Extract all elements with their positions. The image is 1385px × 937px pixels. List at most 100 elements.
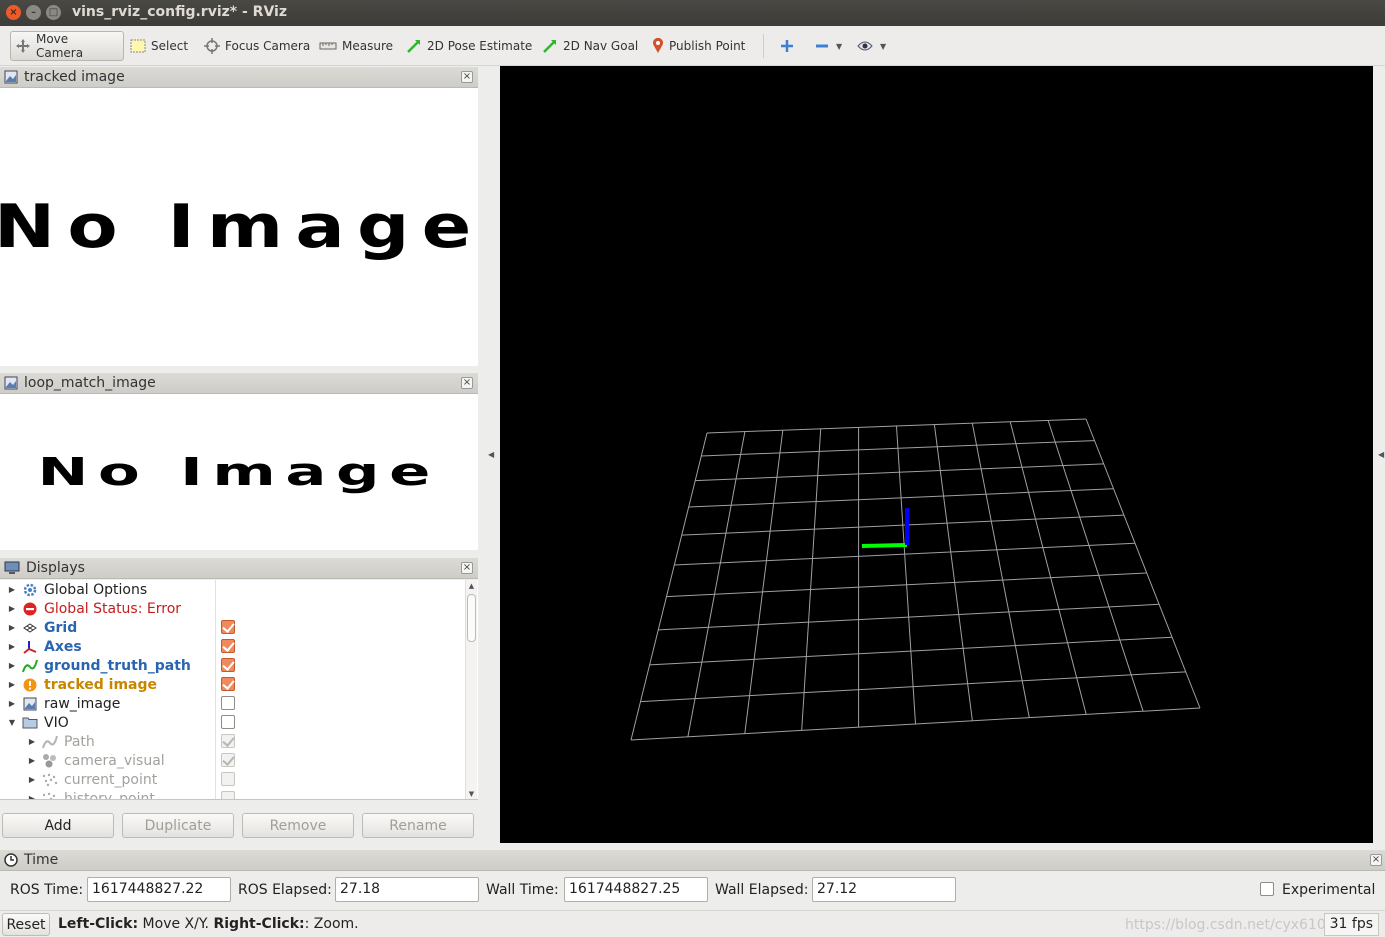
- display-label: Grid: [44, 619, 78, 636]
- tracked-image-checkbox[interactable]: [221, 677, 235, 691]
- expand-arrow-icon[interactable]: ▶: [27, 756, 37, 765]
- expand-arrow-icon[interactable]: ▶: [27, 737, 37, 746]
- chevron-down-icon: ▼: [880, 41, 887, 51]
- right-click-action: : Zoom.: [304, 916, 359, 932]
- title-bar: × – □ vins_rviz_config.rviz* - RViz: [0, 0, 1385, 26]
- display-item-vio[interactable]: ▼ VIO: [0, 713, 464, 732]
- status-bar: Reset Left-Click: Move X/Y. Right-Click:…: [0, 910, 1385, 937]
- display-item-current-point[interactable]: ▶ current_point: [0, 770, 464, 789]
- grid-icon: [21, 620, 39, 636]
- expand-arrow-icon[interactable]: ▶: [7, 585, 17, 594]
- duplicate-button[interactable]: Duplicate: [122, 813, 234, 838]
- wall-time-field[interactable]: 1617448827.25: [564, 877, 708, 902]
- wall-elapsed-field[interactable]: 27.12: [812, 877, 956, 902]
- view-tool-button[interactable]: ▼: [853, 31, 890, 61]
- experimental-label: Experimental: [1282, 882, 1376, 898]
- plus-icon: [781, 40, 793, 52]
- nav-goal-tool[interactable]: 2D Nav Goal: [538, 31, 642, 61]
- nav-goal-label: 2D Nav Goal: [563, 39, 639, 53]
- close-icon[interactable]: ×: [461, 377, 473, 389]
- collapse-right-icon[interactable]: ◀: [1378, 450, 1384, 459]
- display-label: Global Options: [44, 581, 148, 598]
- scroll-up-icon[interactable]: ▲: [466, 582, 477, 590]
- display-item-tracked-image[interactable]: ▶ tracked image: [0, 675, 464, 694]
- expand-arrow-icon[interactable]: ▶: [7, 642, 17, 651]
- measure-tool[interactable]: Measure: [315, 31, 397, 61]
- green-arrow-icon: [407, 40, 420, 53]
- display-item-ground-truth-path[interactable]: ▶ ground_truth_path: [0, 656, 464, 675]
- reset-button[interactable]: Reset: [2, 913, 50, 936]
- close-icon[interactable]: ×: [461, 71, 473, 83]
- image-icon: [4, 70, 18, 84]
- path-checkbox[interactable]: [221, 734, 235, 748]
- grid-checkbox[interactable]: [221, 620, 235, 634]
- history-point-checkbox[interactable]: [221, 791, 235, 799]
- add-tool-button[interactable]: [776, 31, 803, 61]
- move-camera-tool[interactable]: Move Camera: [10, 31, 124, 61]
- display-item-global-options[interactable]: ▶ Global Options: [0, 580, 464, 599]
- window-minimize-button[interactable]: –: [26, 5, 41, 20]
- move-camera-icon: [15, 39, 30, 53]
- camera-visual-checkbox[interactable]: [221, 753, 235, 767]
- expand-arrow-icon[interactable]: ▶: [7, 623, 17, 632]
- render-3d-view[interactable]: [500, 66, 1373, 843]
- focus-camera-icon: [204, 38, 220, 54]
- scroll-down-icon[interactable]: ▼: [466, 790, 477, 798]
- eye-icon: [857, 41, 873, 51]
- window-close-button[interactable]: ×: [6, 5, 21, 20]
- add-button[interactable]: Add: [2, 813, 114, 838]
- no-image-text: No Image: [37, 450, 441, 494]
- collapse-left-icon[interactable]: ◀: [488, 450, 494, 459]
- remove-tool-button[interactable]: ▼: [811, 31, 846, 61]
- displays-scrollbar[interactable]: ▲ ▼: [465, 580, 477, 799]
- display-label: history_point: [64, 790, 155, 800]
- display-item-grid[interactable]: ▶ Grid: [0, 618, 464, 637]
- display-item-axes[interactable]: ▶ Axes: [0, 637, 464, 656]
- expand-arrow-icon[interactable]: ▶: [27, 794, 37, 799]
- raw-image-checkbox[interactable]: [221, 696, 235, 710]
- panel-title: tracked image: [24, 69, 125, 85]
- mouse-hint: Left-Click: Move X/Y. Right-Click:: Zoom…: [58, 916, 359, 932]
- scrollbar-thumb[interactable]: [467, 594, 476, 642]
- display-label: Axes: [44, 638, 82, 655]
- display-item-path[interactable]: ▶ Path: [0, 732, 464, 751]
- expand-arrow-icon[interactable]: ▶: [7, 604, 17, 613]
- rename-button[interactable]: Rename: [362, 813, 474, 838]
- pose-estimate-tool[interactable]: 2D Pose Estimate: [402, 31, 536, 61]
- left-click-key: Left-Click:: [58, 916, 139, 932]
- axes-checkbox[interactable]: [221, 639, 235, 653]
- current-point-checkbox[interactable]: [221, 772, 235, 786]
- folder-icon: [21, 715, 39, 731]
- close-icon[interactable]: ×: [461, 562, 473, 574]
- experimental-checkbox[interactable]: [1260, 882, 1274, 896]
- vio-checkbox[interactable]: [221, 715, 235, 729]
- select-tool[interactable]: Select: [126, 31, 192, 61]
- green-arrow-icon: [543, 40, 556, 53]
- display-item-global-status[interactable]: ▶ Global Status: Error: [0, 599, 464, 618]
- expand-arrow-icon[interactable]: ▶: [7, 661, 17, 670]
- window-maximize-button[interactable]: □: [46, 5, 61, 20]
- axis-y-line: [861, 543, 908, 548]
- remove-button[interactable]: Remove: [242, 813, 354, 838]
- expand-arrow-icon[interactable]: ▶: [7, 680, 17, 689]
- display-label: camera_visual: [64, 752, 165, 769]
- focus-camera-label: Focus Camera: [225, 39, 311, 53]
- ros-elapsed-field[interactable]: 27.18: [335, 877, 479, 902]
- close-icon[interactable]: ×: [1370, 854, 1382, 866]
- ground-truth-path-checkbox[interactable]: [221, 658, 235, 672]
- ros-time-field[interactable]: 1617448827.22: [87, 877, 231, 902]
- collapse-arrow-icon[interactable]: ▼: [7, 718, 17, 727]
- publish-point-tool[interactable]: Publish Point: [648, 31, 749, 61]
- scene-canvas[interactable]: [500, 66, 1373, 843]
- focus-camera-tool[interactable]: Focus Camera: [200, 31, 314, 61]
- display-item-history-point[interactable]: ▶ history_point: [0, 789, 464, 800]
- display-item-camera-visual[interactable]: ▶ camera_visual: [0, 751, 464, 770]
- expand-arrow-icon[interactable]: ▶: [27, 775, 37, 784]
- pointcloud-icon: [41, 772, 59, 788]
- grid-line: [744, 430, 784, 734]
- display-item-raw-image[interactable]: ▶ raw_image: [0, 694, 464, 713]
- clock-icon: [4, 853, 18, 867]
- warning-icon: [21, 677, 39, 693]
- expand-arrow-icon[interactable]: ▶: [7, 699, 17, 708]
- left-click-action: Move X/Y.: [138, 916, 214, 932]
